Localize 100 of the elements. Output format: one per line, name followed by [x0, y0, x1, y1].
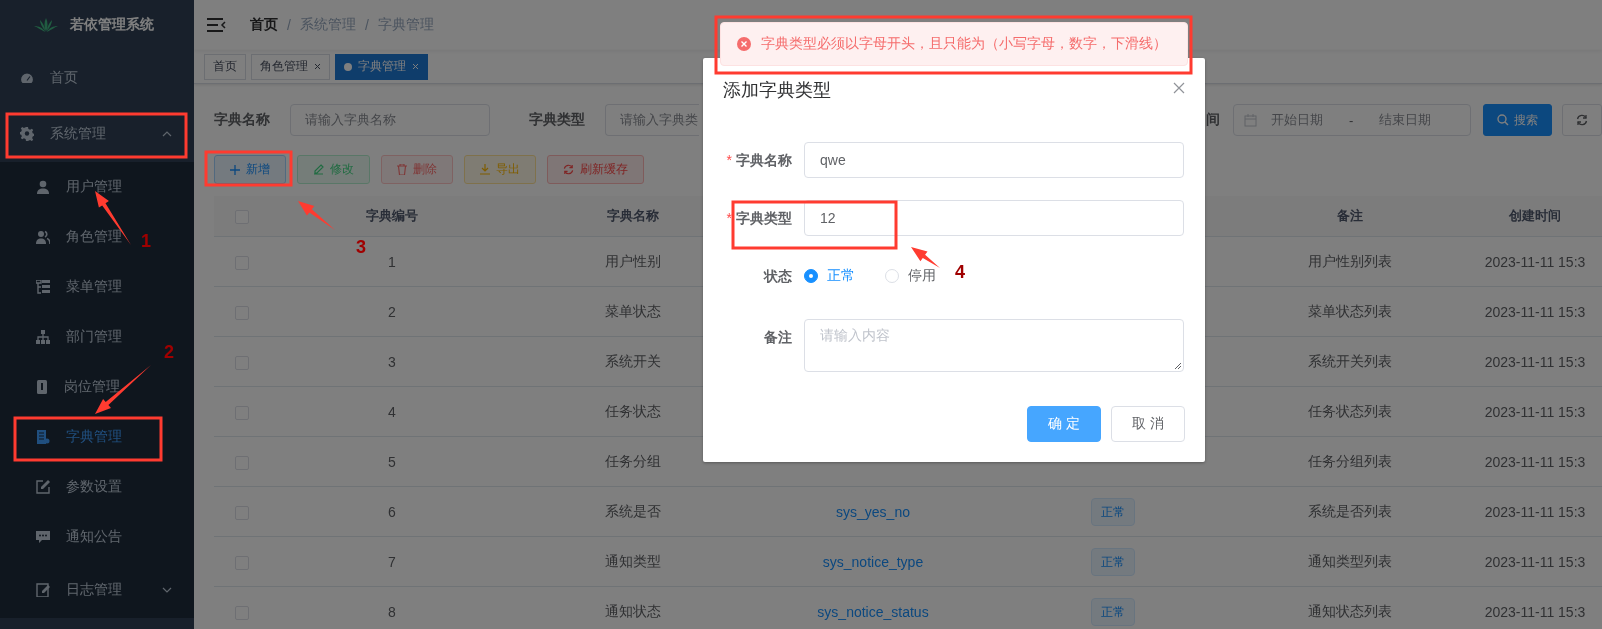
search-button[interactable]: 搜索 — [1483, 104, 1552, 136]
table-cell: 2023-11-11 15:3 — [1484, 553, 1586, 570]
refresh-button[interactable] — [1562, 104, 1602, 136]
toolbar-button[interactable]: 刷新缓存 — [547, 155, 644, 184]
field-label: 状态 — [764, 268, 792, 284]
calendar-icon — [1244, 113, 1257, 127]
table-cell: 任务分组 — [605, 452, 661, 469]
table-cell: 2023-11-11 15:3 — [1484, 303, 1586, 320]
table-cell: 用户性别 — [605, 252, 661, 269]
table-cell: 3 — [388, 353, 396, 370]
table-cell: 2023-11-11 15:3 — [1484, 503, 1586, 520]
breadcrumb-separator: / — [287, 17, 291, 33]
table-cell: 系统是否 — [605, 502, 661, 519]
table-cell: 通知类型列表 — [1308, 552, 1392, 569]
annotation-number: 1 — [141, 232, 151, 250]
table-cell: 任务分组列表 — [1308, 452, 1392, 469]
status-tag: 正常 — [1091, 497, 1135, 526]
trash-icon — [397, 164, 407, 175]
book-icon — [36, 430, 50, 444]
chat-bubble-icon — [36, 530, 50, 544]
radio-option[interactable]: 正常 — [804, 267, 855, 285]
list-icon — [36, 280, 50, 294]
tab[interactable]: 角色管理 — [251, 53, 330, 80]
dict-type-link[interactable]: sys_yes_no — [836, 503, 910, 520]
textarea-field[interactable]: 请输入内容 — [804, 319, 1184, 372]
tab[interactable]: 字典管理 — [335, 53, 428, 80]
table-cell: 8 — [388, 603, 396, 620]
input-field[interactable]: 12 — [804, 200, 1184, 236]
table-cell: 系统开关 — [605, 352, 661, 369]
dashboard-icon — [20, 72, 34, 84]
dialog-button[interactable]: 确 定 — [1027, 406, 1101, 442]
radio-option[interactable]: 停用 — [885, 267, 936, 285]
dialog-title: 添加字典类型 — [723, 79, 831, 102]
annotation-arrow — [298, 201, 335, 230]
close-icon[interactable] — [1173, 82, 1185, 94]
table-cell: 2023-11-11 15:3 — [1484, 353, 1586, 370]
input-field[interactable]: qwe — [804, 142, 1184, 178]
required-mark: * — [726, 152, 732, 168]
field-label: 间 — [1206, 111, 1220, 129]
annotation-arrow — [95, 191, 131, 245]
people-icon — [36, 230, 50, 244]
resize-grip-icon[interactable] — [1174, 362, 1181, 369]
breadcrumb-separator: / — [364, 17, 369, 33]
table-cell: 2023-11-11 15:3 — [1484, 603, 1586, 620]
table-cell: 系统开关列表 — [1308, 352, 1392, 369]
dialog-button[interactable]: 取 消 — [1111, 406, 1185, 442]
dot-icon — [344, 62, 352, 71]
table-cell: 通知状态列表 — [1308, 602, 1392, 619]
notepad-icon — [36, 583, 50, 597]
menu-item[interactable]: 系统管理 — [0, 106, 194, 162]
pencil-square-icon — [36, 480, 50, 494]
annotation-number: 4 — [955, 263, 965, 281]
status-tag: 正常 — [1091, 547, 1135, 576]
dict-type-link[interactable]: sys_notice_status — [817, 603, 929, 620]
refresh-icon — [1576, 114, 1588, 126]
status-tag: 正常 — [1091, 597, 1135, 626]
table-cell: 通知类型 — [605, 552, 661, 569]
error-icon — [737, 37, 751, 51]
id-card-icon — [36, 380, 48, 394]
chevron-icon — [162, 587, 172, 593]
table-cell: 2 — [388, 303, 396, 320]
person-icon — [36, 180, 50, 194]
menu-item[interactable]: 首页 — [0, 50, 194, 106]
field-label: 字典名称 — [736, 152, 792, 168]
download-icon — [480, 164, 490, 175]
menu-icon[interactable] — [206, 17, 226, 33]
tab[interactable]: 首页 — [204, 53, 246, 80]
table-cell: 6 — [388, 503, 396, 520]
refresh-icon — [563, 164, 574, 175]
toolbar-button[interactable]: 导出 — [464, 155, 536, 184]
field-label: 备注 — [764, 329, 792, 345]
table-cell: 通知状态 — [605, 602, 661, 619]
breadcrumb-item[interactable]: 首页 — [250, 16, 278, 34]
table-cell: 系统是否列表 — [1308, 502, 1392, 519]
table-cell: 2023-11-11 15:3 — [1484, 253, 1586, 270]
table-cell: 任务状态列表 — [1308, 402, 1392, 419]
field-label: 字典类型 — [529, 111, 586, 129]
table-cell: 2023-11-11 15:3 — [1484, 403, 1586, 420]
pencil-icon — [313, 164, 324, 175]
field-label: 字典名称 — [214, 111, 270, 129]
table-cell: 用户性别列表 — [1308, 252, 1392, 269]
logo-icon — [34, 18, 58, 32]
app-title: 若依管理系统 — [70, 16, 154, 34]
table-cell: 菜单状态 — [605, 302, 661, 319]
plus-icon — [230, 164, 240, 175]
table-cell: 4 — [388, 403, 396, 420]
org-chart-icon — [36, 330, 50, 344]
close-icon[interactable] — [314, 63, 321, 70]
table-cell: 任务状态 — [605, 402, 661, 419]
annotation-number: 2 — [164, 343, 174, 361]
table-cell: 7 — [388, 553, 396, 570]
table-cell: 菜单状态列表 — [1308, 302, 1392, 319]
table-cell: 2023-11-11 15:3 — [1484, 453, 1586, 470]
gear-icon — [20, 127, 34, 141]
toolbar-button[interactable]: 新增 — [214, 155, 286, 184]
message-text: 字典类型必须以字母开头，且只能为（小写字母，数字，下滑线） — [761, 35, 1167, 53]
table-cell: 5 — [388, 453, 396, 470]
annotation-number: 3 — [356, 238, 366, 256]
annotation-arrow — [911, 247, 940, 268]
dict-type-link[interactable]: sys_notice_type — [822, 553, 924, 570]
